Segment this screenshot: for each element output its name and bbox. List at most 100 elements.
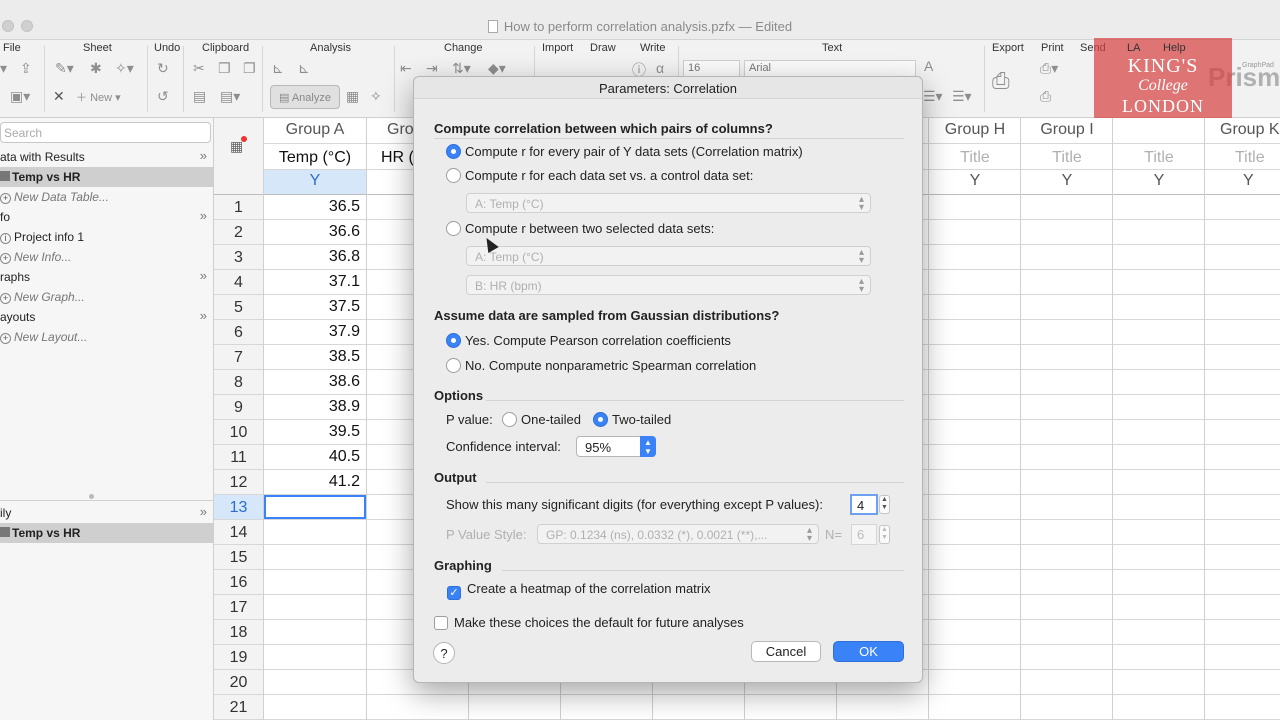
radio-icon[interactable] xyxy=(446,168,461,183)
table-cell-temp[interactable]: 36.6 xyxy=(264,220,366,245)
toolbar-label-export[interactable]: Export xyxy=(992,42,1024,54)
row-number[interactable]: 18 xyxy=(214,620,263,645)
splitter-handle[interactable] xyxy=(89,494,94,499)
paste-menu-icon[interactable]: ▤▾ xyxy=(220,88,240,105)
updown-arrows-icon[interactable]: ▲ ▼ xyxy=(640,436,656,457)
font-size-field[interactable]: 16 xyxy=(683,60,740,77)
table-cell-temp[interactable]: 36.5 xyxy=(264,195,366,220)
print-icon[interactable]: ⎙▾ xyxy=(1040,60,1058,77)
row-number[interactable]: 2 xyxy=(214,220,263,245)
column-group-a-header[interactable]: Group A xyxy=(263,121,367,139)
radio-two-tailed[interactable]: Two-tailed xyxy=(593,412,671,427)
sheet-gear-icon[interactable]: ✱ xyxy=(90,60,102,77)
radio-pearson[interactable]: Yes. Compute Pearson correlation coeffic… xyxy=(446,333,731,348)
radio-correlation-matrix[interactable]: Compute r for every pair of Y data sets … xyxy=(446,144,803,159)
toolbar-label-analysis[interactable]: Analysis xyxy=(310,42,351,54)
sidebar-section-graphs[interactable]: raphs» xyxy=(0,267,213,287)
table-cell-temp[interactable]: 37.5 xyxy=(264,295,366,320)
chevron-right-icon[interactable]: » xyxy=(200,504,207,519)
cancel-button[interactable]: Cancel xyxy=(751,641,821,662)
align-icon[interactable]: ☰▾ xyxy=(923,88,943,105)
row-number[interactable]: 1 xyxy=(214,195,263,220)
column-h-title[interactable]: Title xyxy=(929,149,1021,167)
fill-icon[interactable]: ◆▾ xyxy=(488,60,506,77)
row-number[interactable]: 8 xyxy=(214,370,263,395)
control-dataset-popup[interactable]: A: Temp (°C) ▴ ▾ xyxy=(466,193,871,213)
dataset-a-popup[interactable]: A: Temp (°C) ▴ ▾ xyxy=(466,246,871,266)
row-number[interactable]: 19 xyxy=(214,645,263,670)
copy-icon[interactable]: ❐ xyxy=(218,60,231,77)
column-j-title[interactable]: Title xyxy=(1113,149,1205,167)
row-number[interactable]: 7 xyxy=(214,345,263,370)
analysis-table-icon[interactable]: ▦ xyxy=(346,88,359,105)
search-input[interactable]: Search xyxy=(0,122,211,143)
export-icon[interactable]: ⎙ xyxy=(992,68,1010,94)
sidebar-family-temp-vs-hr[interactable]: Temp vs HR xyxy=(0,523,213,543)
sheet-pen-icon[interactable]: ✎▾ xyxy=(55,60,74,77)
toolbar-label-draw[interactable]: Draw xyxy=(590,42,616,54)
radio-icon[interactable] xyxy=(446,358,461,373)
row-number[interactable]: 20 xyxy=(214,670,263,695)
table-cell-temp[interactable]: 40.5 xyxy=(264,445,366,470)
table-cell-temp[interactable]: 38.5 xyxy=(264,345,366,370)
sidebar-section-info[interactable]: fo» xyxy=(0,207,213,227)
row-number[interactable]: 6 xyxy=(214,320,263,345)
column-group-k-header[interactable]: Group K xyxy=(1205,121,1280,139)
column-group-b-header[interactable]: Gro xyxy=(367,121,417,139)
column-j-subheader[interactable]: Y xyxy=(1113,172,1205,190)
toolbar-label-help[interactable]: Help xyxy=(1163,42,1186,54)
toolbar-label-undo[interactable]: Undo xyxy=(154,42,180,54)
help-button[interactable]: ? xyxy=(433,642,455,664)
new-file-icon[interactable]: ▾ xyxy=(0,60,7,77)
toolbar-label-text[interactable]: Text xyxy=(822,42,842,54)
print-preview-icon[interactable]: ⎙ xyxy=(1040,88,1051,105)
column-group-h-header[interactable]: Group H xyxy=(929,121,1021,139)
table-cell-temp[interactable]: 38.9 xyxy=(264,395,366,420)
heatmap-checkbox[interactable]: ✓ Create a heatmap of the correlation mat… xyxy=(447,581,711,600)
change-icon-2[interactable]: ⇥ xyxy=(426,60,438,77)
chevron-right-icon[interactable]: » xyxy=(200,268,207,283)
chevron-right-icon[interactable]: » xyxy=(200,148,207,163)
row-number[interactable]: 3 xyxy=(214,245,263,270)
column-k-title[interactable]: Title xyxy=(1205,149,1280,167)
radio-two-datasets[interactable]: Compute r between two selected data sets… xyxy=(446,221,714,236)
paste-icon[interactable]: ▤ xyxy=(193,88,206,105)
toolbar-label-file[interactable]: File xyxy=(3,42,21,54)
row-number[interactable]: 5 xyxy=(214,295,263,320)
radio-icon[interactable] xyxy=(446,221,461,236)
checkbox-icon[interactable] xyxy=(434,616,448,630)
sidebar-item-project-info[interactable]: i Project info 1 xyxy=(0,227,213,247)
ok-button[interactable]: OK xyxy=(833,641,904,662)
row-number[interactable]: 14 xyxy=(214,520,263,545)
radio-selected-icon[interactable] xyxy=(446,333,461,348)
analyze-button[interactable]: ▤ Analyze xyxy=(270,85,340,109)
n-stepper[interactable]: ▲ ▼ xyxy=(879,525,890,544)
row-number[interactable]: 15 xyxy=(214,545,263,570)
redo-icon[interactable]: ↻ xyxy=(157,60,169,77)
column-group-j-header[interactable]: Group J xyxy=(1113,121,1205,139)
radio-spearman[interactable]: No. Compute nonparametric Spearman corre… xyxy=(446,358,756,373)
line-spacing-icon[interactable]: ☰▾ xyxy=(952,88,972,105)
new-sheet-button[interactable]: ＋ New ▾ xyxy=(76,89,121,105)
radio-vs-control[interactable]: Compute r for each data set vs. a contro… xyxy=(446,168,753,183)
sidebar-new-layout[interactable]: + New Layout... xyxy=(0,327,213,347)
checkmark-icon[interactable]: ✓ xyxy=(447,586,461,600)
table-cell-temp[interactable]: 37.9 xyxy=(264,320,366,345)
toolbar-label-write[interactable]: Write xyxy=(640,42,665,54)
text-color-icon[interactable]: A xyxy=(924,58,933,74)
undo-icon[interactable]: ↺ xyxy=(157,88,169,105)
table-cell-temp[interactable]: 39.5 xyxy=(264,420,366,445)
dataset-b-popup[interactable]: B: HR (bpm) ▴ ▾ xyxy=(466,275,871,295)
column-k-subheader[interactable]: Y xyxy=(1205,172,1280,190)
row-number[interactable]: 4 xyxy=(214,270,263,295)
table-cell-temp[interactable]: 38.6 xyxy=(264,370,366,395)
table-cell-temp[interactable]: 37.1 xyxy=(264,270,366,295)
delete-sheet-icon[interactable]: ✕ xyxy=(53,88,65,105)
column-b-title[interactable]: HR ( xyxy=(367,149,417,167)
sidebar-new-data-table[interactable]: + New Data Table... xyxy=(0,187,213,207)
sidebar-item-temp-vs-hr[interactable]: Temp vs HR xyxy=(0,167,213,187)
sheet-wand-icon[interactable]: ✧▾ xyxy=(115,60,134,77)
sidebar-section-family[interactable]: ily» xyxy=(0,503,213,523)
row-number[interactable]: 17 xyxy=(214,595,263,620)
radio-icon[interactable] xyxy=(502,412,517,427)
